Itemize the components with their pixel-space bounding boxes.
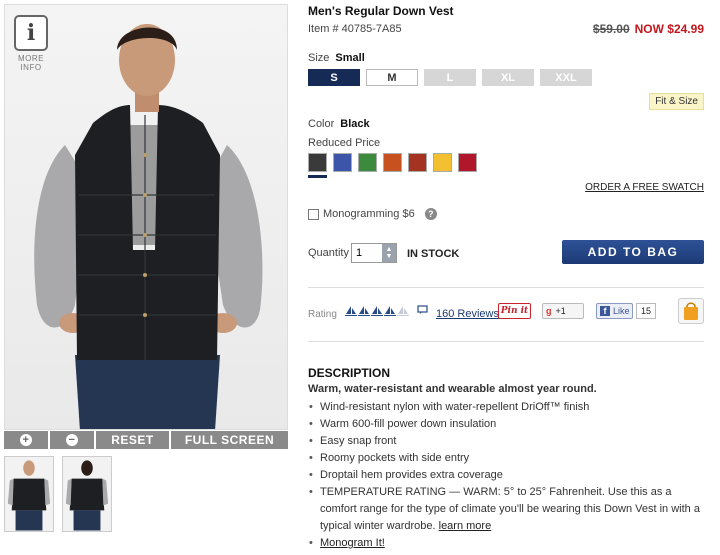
rating-icon-empty	[397, 306, 409, 316]
product-image[interactable]: i MORE INFO	[4, 4, 288, 430]
list-item: Wind-resistant nylon with water-repellen…	[308, 399, 708, 416]
monogram-checkbox[interactable]	[308, 208, 319, 220]
add-to-bag-button[interactable]: ADD TO BAG	[562, 240, 704, 264]
list-item: TEMPERATURE RATING — WARM: 5° to 25° Fah…	[308, 484, 708, 535]
info-icon: i	[26, 20, 36, 46]
shopping-bag-icon[interactable]	[678, 298, 704, 324]
reduced-price-label: Reduced Price	[308, 137, 381, 149]
temperature-rating: TEMPERATURE RATING — WARM: 5° to 25° Fah…	[320, 486, 700, 532]
feature-list: Wind-resistant nylon with water-repellen…	[308, 399, 708, 552]
list-item: Easy snap front	[308, 433, 708, 450]
rating-icon-filled	[384, 306, 396, 316]
size-option-m[interactable]: M	[366, 69, 418, 86]
chevron-down-icon: ▼	[385, 253, 393, 260]
color-swatch-1[interactable]	[308, 153, 327, 172]
color-swatch-2[interactable]	[333, 153, 352, 172]
google-plus-button[interactable]: g +1	[542, 303, 584, 319]
selected-size: Small	[335, 52, 365, 64]
more-info-button[interactable]: i	[14, 15, 48, 51]
list-item: Droptail hem provides extra coverage	[308, 467, 708, 484]
google-plus-icon: g	[546, 306, 552, 316]
divider	[308, 341, 704, 342]
price: $59.00 NOW $24.99	[593, 22, 704, 36]
monogram-label: Monogramming $6	[323, 208, 415, 220]
selected-color: Black	[340, 118, 370, 130]
minus-icon: −	[66, 434, 78, 446]
quantity-spinner[interactable]: ▲ ▼	[382, 244, 396, 262]
list-item: Monogram It!	[308, 535, 708, 552]
order-free-swatch-link[interactable]: ORDER A FREE SWATCH	[585, 182, 704, 193]
color-swatches	[308, 153, 477, 172]
sale-price: NOW $24.99	[634, 22, 704, 36]
rating-icon-filled	[345, 306, 357, 316]
fullscreen-button[interactable]: FULL SCREEN	[171, 431, 288, 449]
more-info-label: MORE INFO	[18, 54, 44, 72]
list-item: Warm 600-fill power down insulation	[308, 416, 708, 433]
thumbnail-back-image	[65, 460, 109, 531]
divider	[308, 287, 704, 288]
image-controls: + − RESET FULL SCREEN	[4, 431, 288, 449]
thumbnail-back[interactable]	[62, 456, 112, 532]
size-option-xl[interactable]: XL	[482, 69, 534, 86]
color-swatch-4[interactable]	[383, 153, 402, 172]
color-swatch-5[interactable]	[408, 153, 427, 172]
quantity-label: Quantity	[308, 247, 349, 259]
stock-status: IN STOCK	[407, 248, 460, 260]
rating-icon-filled	[371, 306, 383, 316]
description-summary: Warm, water-resistant and wearable almos…	[308, 383, 597, 395]
list-item: Roomy pockets with side entry	[308, 450, 708, 467]
chevron-up-icon: ▲	[385, 246, 393, 253]
monogram-option: Monogramming $6 ?	[308, 208, 437, 220]
original-price: $59.00	[592, 22, 630, 36]
color-swatch-7[interactable]	[458, 153, 477, 172]
color-label: Color Black	[308, 118, 370, 130]
rating-label: Rating	[308, 309, 337, 320]
monogram-it-link[interactable]: Monogram It!	[320, 537, 385, 549]
color-swatch-3[interactable]	[358, 153, 377, 172]
rating-stars	[345, 306, 409, 316]
size-label: Size Small	[308, 52, 365, 64]
size-option-s[interactable]: S	[308, 69, 360, 86]
fit-size-link[interactable]: Fit & Size	[649, 93, 704, 110]
color-swatch-6[interactable]	[433, 153, 452, 172]
zoom-out-button[interactable]: −	[50, 431, 94, 449]
description-heading: DESCRIPTION	[308, 366, 391, 380]
thumbnail-front[interactable]	[4, 456, 54, 532]
facebook-like-button[interactable]: f Like	[596, 303, 633, 319]
thumbnail-strip	[4, 456, 112, 532]
pinterest-button[interactable]: Pin it	[498, 303, 531, 319]
item-number: Item # 40785-7A85	[308, 23, 402, 35]
facebook-icon: f	[600, 306, 610, 316]
selected-swatch-indicator	[308, 175, 327, 178]
facebook-like-count: 15	[636, 303, 656, 319]
size-options: S M L XL XXL	[308, 69, 592, 86]
quantity-input[interactable]	[352, 244, 382, 262]
reset-button[interactable]: RESET	[96, 431, 169, 449]
rating-share-row: Rating 160 Reviews Pin it g +1 f Like 15	[308, 298, 708, 326]
reviews-icon	[417, 305, 429, 318]
zoom-in-button[interactable]: +	[4, 431, 48, 449]
rating-icon-filled	[358, 306, 370, 316]
plus-icon: +	[20, 434, 32, 446]
learn-more-link[interactable]: learn more	[439, 520, 492, 532]
size-option-xxl[interactable]: XXL	[540, 69, 592, 86]
reviews-link[interactable]: 160 Reviews	[436, 308, 499, 320]
product-title: Men's Regular Down Vest	[308, 4, 454, 18]
help-icon[interactable]: ?	[424, 208, 437, 220]
size-option-l[interactable]: L	[424, 69, 476, 86]
quantity-stepper: ▲▼	[351, 243, 397, 263]
thumbnail-front-image	[7, 460, 51, 531]
